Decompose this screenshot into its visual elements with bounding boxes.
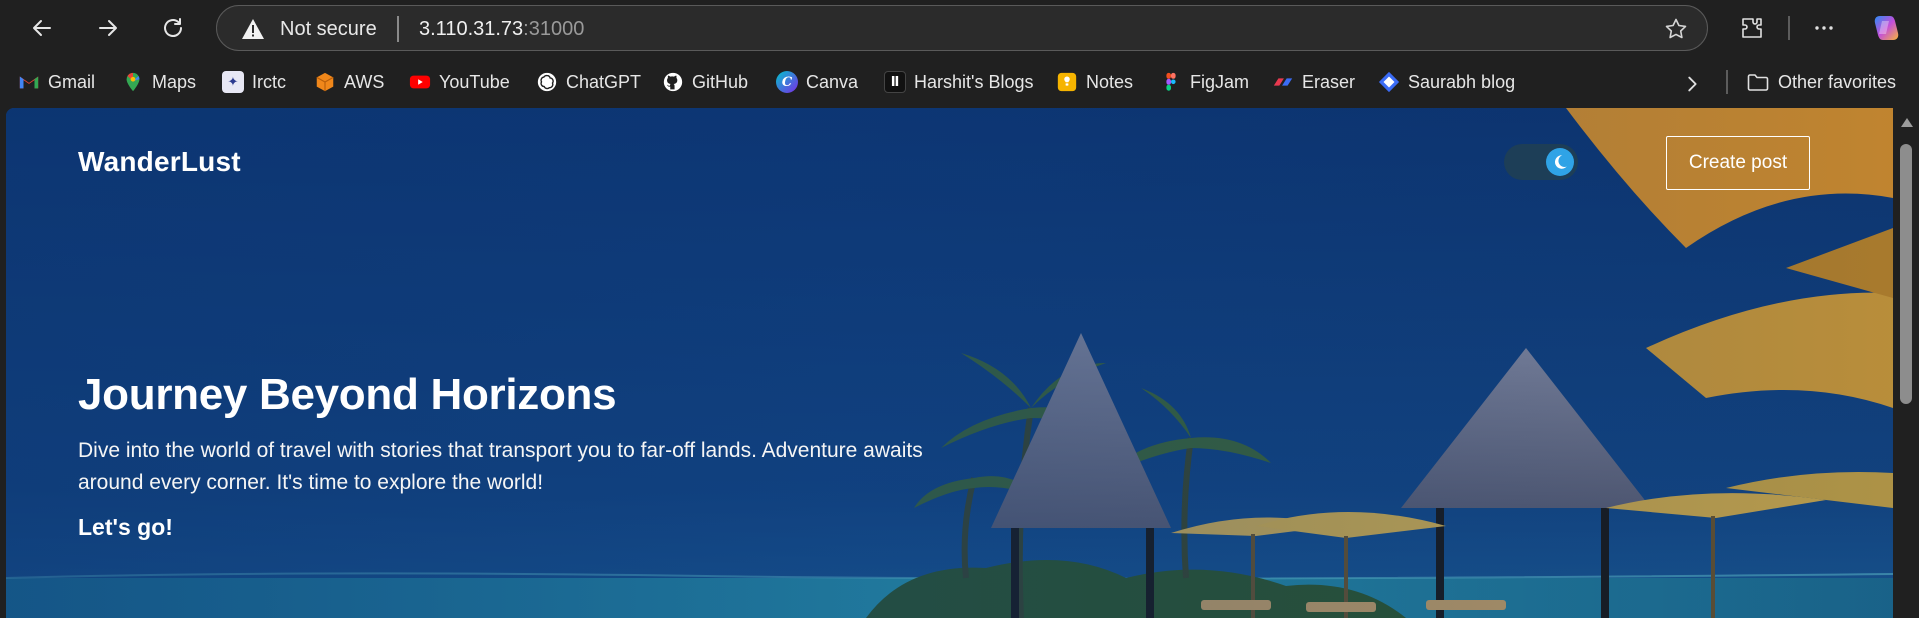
github-icon — [663, 72, 683, 92]
bookmark-harshits-blogs[interactable]: Ⅱ Harshit's Blogs — [884, 67, 1033, 97]
warning-icon[interactable] — [241, 18, 265, 40]
gmail-icon — [19, 76, 39, 89]
scroll-up-arrow-icon[interactable] — [1901, 118, 1913, 127]
toggle-knob — [1546, 148, 1574, 176]
bookmark-label: Harshit's Blogs — [914, 71, 1034, 92]
hero-title: Journey Beyond Horizons — [78, 370, 617, 419]
bookmark-irctc[interactable]: ✦ Irctc — [222, 67, 286, 97]
refresh-button[interactable] — [155, 10, 191, 46]
chatgpt-icon — [537, 72, 557, 92]
puzzle-icon — [1742, 18, 1762, 38]
eraser-icon — [1273, 78, 1293, 86]
notes-icon — [1057, 72, 1077, 92]
folder-icon — [1747, 74, 1769, 91]
url-port: :31000 — [523, 18, 585, 40]
forward-arrow-icon — [99, 20, 117, 36]
blog-icon — [1378, 71, 1400, 93]
bookmark-github[interactable]: GitHub — [662, 67, 748, 97]
bookmarks-overflow-button[interactable] — [1678, 70, 1706, 98]
theme-toggle[interactable] — [1504, 144, 1578, 180]
bookmark-label: Gmail — [48, 71, 96, 92]
bookmark-youtube[interactable]: YouTube — [409, 67, 510, 97]
chevron-right-icon — [1688, 76, 1697, 92]
refresh-icon — [164, 18, 182, 37]
bookmark-label: FigJam — [1190, 71, 1250, 92]
settings-menu-button[interactable] — [1806, 10, 1842, 46]
back-arrow-icon — [33, 20, 51, 36]
other-favorites-folder[interactable]: Other favorites — [1746, 67, 1896, 97]
bookmark-figjam[interactable]: FigJam — [1160, 67, 1249, 97]
copilot-button[interactable] — [1868, 10, 1904, 46]
bookmark-aws[interactable]: AWS — [314, 67, 384, 97]
site-logo[interactable]: WanderLust — [78, 146, 241, 178]
forward-button[interactable] — [90, 10, 126, 46]
copilot-icon — [1874, 16, 1899, 40]
scrollbar-thumb[interactable] — [1900, 144, 1912, 404]
aws-icon — [316, 72, 334, 92]
irctc-icon: ✦ — [222, 71, 244, 93]
address-divider — [397, 16, 399, 42]
other-favorites-label: Other favorites — [1778, 71, 1897, 92]
favorite-star-icon[interactable] — [1663, 17, 1689, 41]
bookmarks-divider — [1726, 70, 1728, 94]
bookmark-gmail[interactable]: Gmail — [18, 67, 95, 97]
bookmark-saurabh-blog[interactable]: Saurabh blog — [1378, 67, 1515, 97]
hashnode-icon: Ⅱ — [884, 71, 906, 93]
back-button[interactable] — [24, 10, 60, 46]
more-dots-icon — [1815, 26, 1833, 30]
bookmark-label: ChatGPT — [566, 71, 642, 92]
bookmark-label: Notes — [1086, 71, 1134, 92]
page-scrollbar[interactable] — [1893, 108, 1919, 618]
bookmark-label: Maps — [152, 71, 197, 92]
maps-icon — [126, 72, 140, 92]
bookmark-eraser[interactable]: Eraser — [1272, 67, 1355, 97]
bookmark-label: Irctc — [252, 71, 286, 92]
bookmark-label: Saurabh blog — [1408, 71, 1516, 92]
address-bar[interactable]: Not secure 3.110.31.73:31000 — [216, 5, 1708, 51]
canva-icon: C — [776, 71, 798, 93]
bookmarks-bar: Gmail Maps ✦ Irctc AWS YouTube ChatGPT G… — [0, 56, 1919, 108]
url-text[interactable]: 3.110.31.73:31000 — [419, 18, 584, 40]
extensions-button[interactable] — [1734, 10, 1770, 46]
bookmark-chatgpt[interactable]: ChatGPT — [536, 67, 641, 97]
lets-go-link[interactable]: Let's go! — [78, 514, 173, 541]
hero-overlay — [6, 108, 1893, 618]
hero-description: Dive into the world of travel with stori… — [78, 439, 923, 494]
bookmark-label: Eraser — [1302, 71, 1356, 92]
security-label[interactable]: Not secure — [280, 18, 377, 40]
bookmark-label: Canva — [806, 71, 859, 92]
moon-icon — [1554, 155, 1567, 169]
url-host: 3.110.31.73 — [419, 18, 524, 40]
toolbar-divider — [1788, 16, 1790, 40]
bookmark-label: GitHub — [692, 71, 749, 92]
browser-toolbar: Not secure 3.110.31.73:31000 — [0, 0, 1919, 56]
bookmark-label: AWS — [344, 71, 385, 92]
figma-icon — [1166, 72, 1176, 91]
bookmark-maps[interactable]: Maps — [122, 67, 196, 97]
bookmark-label: YouTube — [439, 71, 510, 92]
browser-window: Not secure 3.110.31.73:31000 Gmail Maps … — [0, 0, 1919, 618]
bookmark-notes[interactable]: Notes — [1056, 67, 1133, 97]
bookmark-canva[interactable]: C Canva — [776, 67, 858, 97]
page-viewport: WanderLust Create post Journey Beyond Ho… — [6, 108, 1893, 618]
create-post-button[interactable]: Create post — [1666, 136, 1810, 190]
youtube-icon — [409, 75, 431, 89]
